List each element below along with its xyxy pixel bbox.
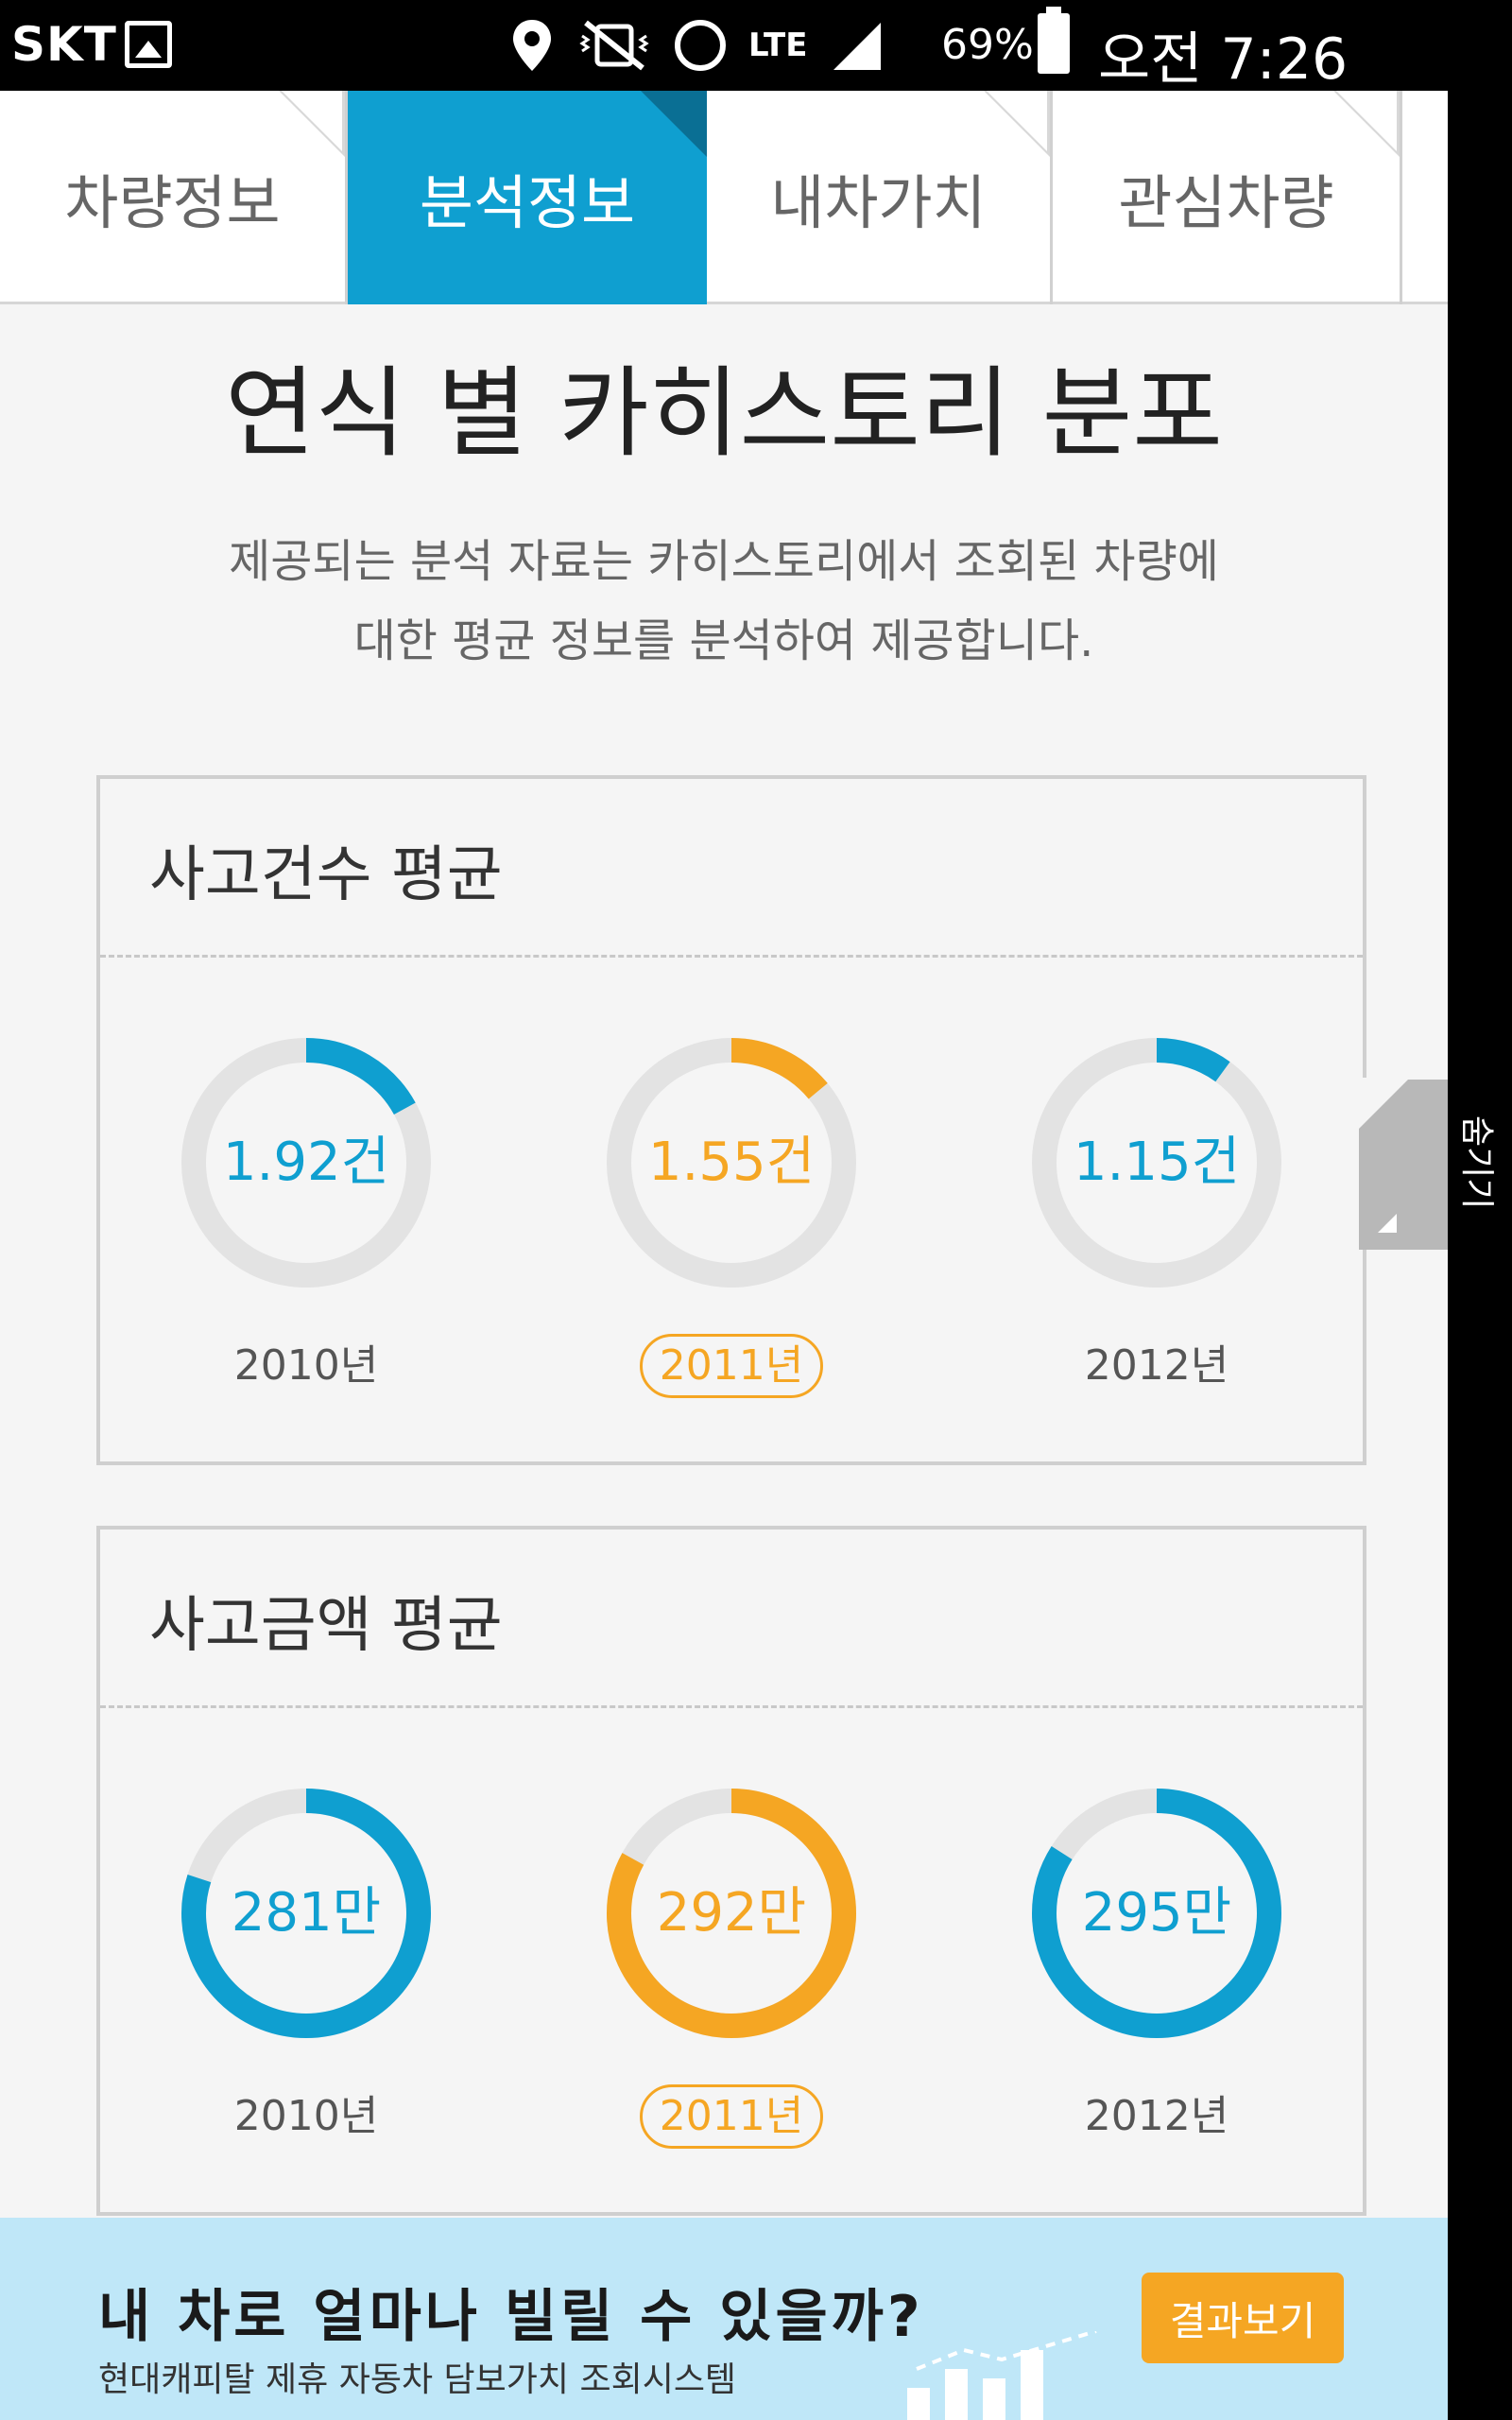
app-screen: 차량정보 분석정보 내차가치 관심차량 연식 별 카히스토리 분포 제공되는 분… bbox=[0, 91, 1448, 2420]
accident-amount-card: 사고금액 평균 281만 2010년 292만 2011년 295만 2012년 bbox=[96, 1526, 1366, 2216]
year-label[interactable]: 2012년 bbox=[994, 1333, 1319, 1399]
donut-value: 1.55건 bbox=[647, 1132, 816, 1193]
side-drawer-handle[interactable] bbox=[1359, 1078, 1448, 1250]
alarm-icon bbox=[675, 20, 726, 71]
clock: 오전 7:26 bbox=[1098, 26, 1349, 93]
donut-item: 1.15건 2012년 bbox=[1032, 1038, 1281, 1416]
donut-value: 295만 bbox=[1081, 1882, 1232, 1944]
card-title: 사고금액 평균 bbox=[149, 1591, 503, 1661]
donut-value: 1.92건 bbox=[222, 1132, 390, 1193]
year-label[interactable]: 2012년 bbox=[994, 2083, 1319, 2150]
donut-value: 281만 bbox=[231, 1882, 382, 1944]
year-text: 2010년 bbox=[233, 2092, 379, 2140]
vibrate-mute-icon bbox=[579, 20, 649, 71]
location-icon bbox=[513, 20, 551, 71]
year-label[interactable]: 2010년 bbox=[144, 2083, 469, 2150]
year-text: 2012년 bbox=[1084, 2092, 1229, 2140]
tab-bar: 차량정보 분석정보 내차가치 관심차량 bbox=[0, 91, 1448, 304]
tab-analysis-info[interactable]: 분석정보 bbox=[348, 91, 707, 304]
year-label[interactable]: 2010년 bbox=[144, 1333, 469, 1399]
tab-label: 내차가치 bbox=[770, 168, 987, 237]
year-text: 2011년 bbox=[639, 2084, 824, 2149]
page-description: 제공되는 분석 자료는 카히스토리에서 조회된 차량에 대한 평균 정보를 분석… bbox=[170, 522, 1278, 681]
divider bbox=[100, 1705, 1363, 1708]
banner-subtitle: 현대캐피탈 제휴 자동차 담보가치 조회시스템 bbox=[98, 2360, 737, 2399]
year-label[interactable]: 2011년 bbox=[569, 1333, 894, 1399]
donut-item: 1.55건 2011년 bbox=[607, 1038, 856, 1416]
growth-chart-icon bbox=[907, 2331, 1097, 2420]
tab-vehicle-info[interactable]: 차량정보 bbox=[0, 91, 348, 304]
description-line: 대한 평균 정보를 분석하여 제공합니다. bbox=[353, 614, 1094, 667]
donut-item: 281만 2010년 bbox=[181, 1789, 431, 2167]
year-text: 2012년 bbox=[1084, 1341, 1229, 1390]
hide-panel-label[interactable]: 숨기기 bbox=[1455, 1115, 1504, 1209]
donut-item: 292만 2011년 bbox=[607, 1789, 856, 2167]
donut-item: 1.92건 2010년 bbox=[181, 1038, 431, 1416]
tab-favorite-cars[interactable]: 관심차량 bbox=[1053, 91, 1402, 304]
description-line: 제공되는 분석 자료는 카히스토리에서 조회된 차량에 bbox=[229, 535, 1219, 588]
accident-count-card: 사고건수 평균 1.92건 2010년 1.55건 2011년 1.15건 20… bbox=[96, 775, 1366, 1465]
donut-item: 295만 2012년 bbox=[1032, 1789, 1281, 2167]
banner-title: 내 차로 얼마나 빌릴 수 있을까? bbox=[98, 2284, 924, 2350]
donut-value: 1.15건 bbox=[1073, 1132, 1241, 1193]
card-title: 사고건수 평균 bbox=[149, 840, 503, 910]
status-bar: SKT LTE 69% 오전 7:26 bbox=[0, 0, 1512, 93]
side-strip bbox=[1448, 91, 1512, 2420]
year-text: 2010년 bbox=[233, 1341, 379, 1390]
corner-arrow-icon bbox=[1378, 1214, 1397, 1233]
view-result-button[interactable]: 결과보기 bbox=[1142, 2273, 1344, 2363]
signal-icon bbox=[833, 23, 882, 70]
carrier-label: SKT bbox=[11, 17, 117, 72]
year-label[interactable]: 2011년 bbox=[569, 2083, 894, 2150]
lte-indicator: LTE bbox=[748, 26, 808, 64]
page-title: 연식 별 카히스토리 분포 bbox=[225, 355, 1223, 471]
divider bbox=[100, 955, 1363, 958]
tab-my-car-value[interactable]: 내차가치 bbox=[707, 91, 1053, 304]
tab-label: 관심차량 bbox=[1118, 168, 1334, 237]
battery-percent: 69% bbox=[941, 21, 1034, 69]
donut-value: 292만 bbox=[656, 1882, 807, 1944]
battery-icon bbox=[1038, 7, 1070, 74]
year-text: 2011년 bbox=[639, 1334, 824, 1398]
promo-banner[interactable]: 내 차로 얼마나 빌릴 수 있을까? 현대캐피탈 제휴 자동차 담보가치 조회시… bbox=[0, 2218, 1448, 2420]
image-notification-icon bbox=[125, 21, 172, 68]
tab-label: 차량정보 bbox=[64, 168, 281, 237]
tab-label: 분석정보 bbox=[419, 168, 636, 237]
